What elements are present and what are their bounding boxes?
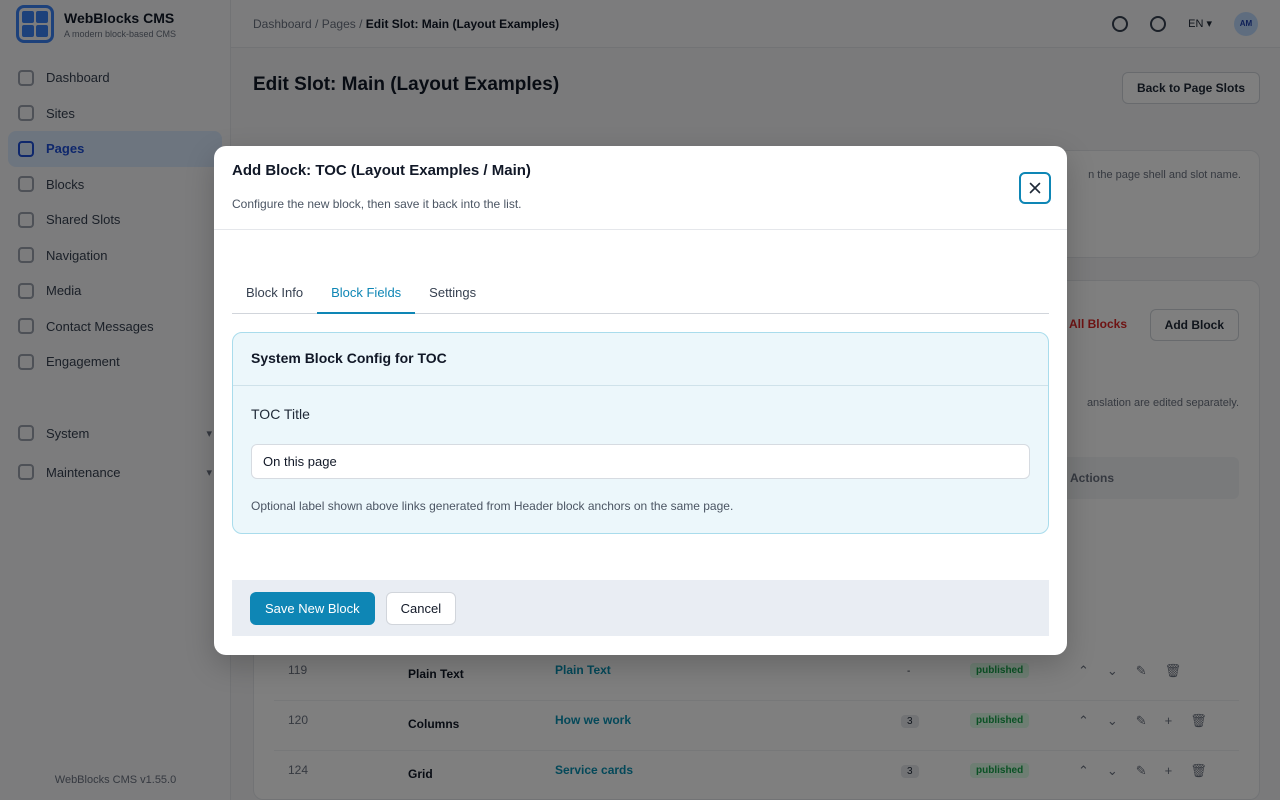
- modal-header: Add Block: TOC (Layout Examples / Main) …: [214, 146, 1067, 230]
- close-button[interactable]: [1019, 172, 1051, 204]
- tab-block-info[interactable]: Block Info: [232, 278, 317, 314]
- toc-title-label: TOC Title: [251, 406, 310, 422]
- save-new-block-button[interactable]: Save New Block: [250, 591, 375, 625]
- modal-tabs: Block Info Block Fields Settings: [232, 278, 1049, 314]
- modal-subtitle: Configure the new block, then save it ba…: [232, 197, 522, 211]
- config-heading: System Block Config for TOC: [233, 333, 1048, 386]
- close-icon: [1029, 182, 1041, 194]
- tab-block-fields[interactable]: Block Fields: [317, 278, 416, 314]
- add-block-modal: Add Block: TOC (Layout Examples / Main) …: [214, 146, 1067, 655]
- modal-footer: Save New Block Cancel: [232, 580, 1049, 636]
- cancel-button[interactable]: Cancel: [385, 591, 457, 625]
- toc-title-input[interactable]: [251, 444, 1030, 479]
- modal-title: Add Block: TOC (Layout Examples / Main): [232, 162, 531, 179]
- tab-settings[interactable]: Settings: [415, 278, 490, 314]
- block-config-card: System Block Config for TOC TOC Title Op…: [232, 332, 1049, 534]
- toc-title-help-text: Optional label shown above links generat…: [251, 499, 734, 513]
